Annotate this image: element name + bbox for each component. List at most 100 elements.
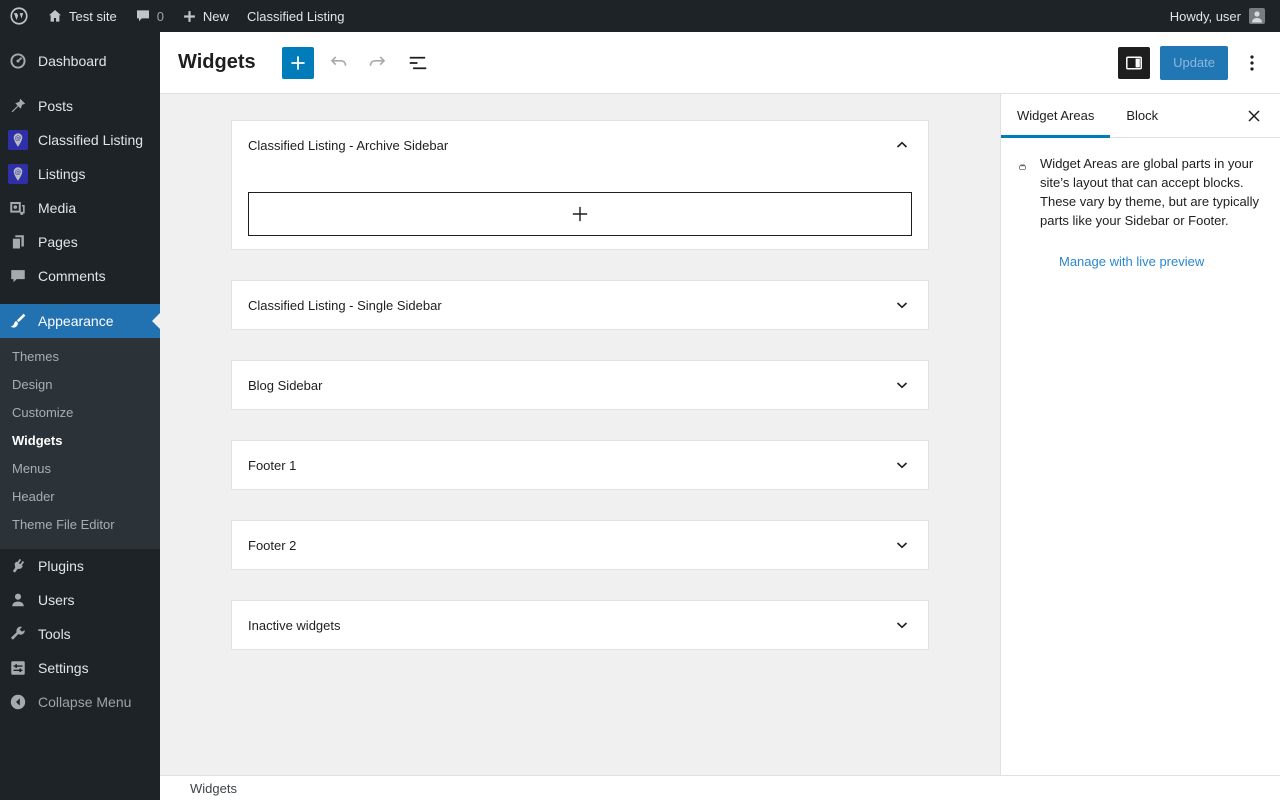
sidebar-toggle-icon <box>1124 53 1144 73</box>
add-block-button[interactable] <box>248 192 912 236</box>
widget-area-header[interactable]: Footer 2 <box>232 521 928 569</box>
sidebar-item-posts[interactable]: Posts <box>0 89 160 123</box>
widget-area-title: Blog Sidebar <box>248 378 322 393</box>
appearance-submenu: Themes Design Customize Widgets Menus He… <box>0 338 160 549</box>
redo-icon <box>367 52 389 74</box>
home-icon <box>47 8 63 24</box>
howdy-account-link[interactable]: Howdy, user <box>1161 0 1274 32</box>
widget-area-panel-footer-1: Footer 1 <box>231 440 929 490</box>
sidebar-item-tools[interactable]: Tools <box>0 617 160 651</box>
site-name-link[interactable]: Test site <box>38 0 126 32</box>
widget-area-header[interactable]: Classified Listing - Archive Sidebar <box>232 121 928 169</box>
sidebar-item-appearance[interactable]: Appearance <box>0 304 160 338</box>
widget-area-title: Classified Listing - Archive Sidebar <box>248 138 448 153</box>
widget-area-panel-single-sidebar: Classified Listing - Single Sidebar <box>231 280 929 330</box>
submenu-item-widgets[interactable]: Widgets <box>0 427 160 455</box>
widget-area-panel-footer-2: Footer 2 <box>231 520 929 570</box>
collapse-menu-button[interactable]: Collapse Menu <box>0 685 160 719</box>
block-inserter-button[interactable] <box>282 47 314 79</box>
classified-listing-adminbar-link[interactable]: Classified Listing <box>238 0 354 32</box>
svg-text:@: @ <box>15 168 21 176</box>
kebab-menu-icon <box>1242 53 1262 73</box>
user-icon <box>8 590 28 610</box>
widget-area-panel-archive-sidebar: Classified Listing - Archive Sidebar <box>231 120 929 250</box>
submenu-item-menus[interactable]: Menus <box>0 455 160 483</box>
comments-bubble-link[interactable]: 0 <box>126 0 173 32</box>
page-title: Widgets <box>178 51 256 74</box>
pages-icon <box>8 232 28 252</box>
classified-listing-pin-icon: @ <box>8 130 28 150</box>
widget-areas-list: Classified Listing - Archive Sidebar Cla… <box>231 120 929 650</box>
widget-area-header[interactable]: Classified Listing - Single Sidebar <box>232 281 928 329</box>
widget-area-header[interactable]: Inactive widgets <box>232 601 928 649</box>
submenu-item-customize[interactable]: Customize <box>0 399 160 427</box>
submenu-item-theme-file-editor[interactable]: Theme File Editor <box>0 511 160 539</box>
new-content-link[interactable]: New <box>173 0 238 32</box>
settings-tab-bar: Widget Areas Block <box>1001 94 1280 138</box>
chevron-down-icon <box>892 455 912 475</box>
wrench-icon <box>8 624 28 644</box>
tab-widget-areas[interactable]: Widget Areas <box>1001 94 1110 137</box>
wordpress-logo-icon <box>9 6 29 26</box>
sidebar-item-plugins[interactable]: Plugins <box>0 549 160 583</box>
plugin-icon <box>8 556 28 576</box>
admin-sidebar: Dashboard Posts @ Classified Listing @ L… <box>0 32 160 800</box>
admin-bar: Test site 0 New Classified Listing Howdy… <box>0 0 1280 32</box>
redo-button[interactable] <box>362 47 394 79</box>
widget-area-body <box>232 192 928 249</box>
dashboard-icon <box>8 51 28 71</box>
sidebar-item-listings[interactable]: @ Listings <box>0 157 160 191</box>
collapse-arrow-icon <box>8 692 28 712</box>
widget-area-title: Classified Listing - Single Sidebar <box>248 298 442 313</box>
sidebar-item-pages[interactable]: Pages <box>0 225 160 259</box>
avatar <box>1249 8 1265 24</box>
widget-area-panel-blog-sidebar: Blog Sidebar <box>231 360 929 410</box>
editor-canvas: Classified Listing - Archive Sidebar Cla… <box>160 94 1000 775</box>
settings-sidebar-toggle-button[interactable] <box>1118 47 1150 79</box>
plus-icon <box>287 52 309 74</box>
undo-icon <box>327 52 349 74</box>
manage-live-preview-link[interactable]: Manage with live preview <box>1059 254 1204 269</box>
sidebar-item-comments[interactable]: Comments <box>0 259 160 293</box>
sliders-icon <box>8 658 28 678</box>
widget-area-title: Footer 1 <box>248 458 296 473</box>
howdy-text: Howdy, user <box>1170 9 1241 24</box>
close-settings-button[interactable] <box>1236 94 1272 137</box>
submenu-item-design[interactable]: Design <box>0 371 160 399</box>
widget-area-panel-inactive-widgets: Inactive widgets <box>231 600 929 650</box>
breadcrumb: Widgets <box>190 781 237 796</box>
close-icon <box>1244 106 1264 126</box>
update-button[interactable]: Update <box>1160 46 1228 80</box>
avatar-person-icon <box>1249 8 1265 24</box>
widget-areas-description: Widget Areas are global parts in your si… <box>1001 138 1280 230</box>
sidebar-item-users[interactable]: Users <box>0 583 160 617</box>
new-label: New <box>203 9 229 24</box>
options-menu-button[interactable] <box>1240 47 1264 79</box>
widget-area-header[interactable]: Footer 1 <box>232 441 928 489</box>
editor-header: Widgets Update <box>160 32 1280 94</box>
pushpin-icon <box>8 96 28 116</box>
sidebar-item-classified-listing[interactable]: @ Classified Listing <box>0 123 160 157</box>
undo-button[interactable] <box>322 47 354 79</box>
sidebar-item-media[interactable]: Media <box>0 191 160 225</box>
wordpress-logo[interactable] <box>0 0 38 32</box>
tab-block[interactable]: Block <box>1110 94 1174 137</box>
widget-areas-description-text: Widget Areas are global parts in your si… <box>1040 154 1266 230</box>
submenu-item-themes[interactable]: Themes <box>0 343 160 371</box>
comments-count: 0 <box>157 9 164 24</box>
sidebar-item-dashboard[interactable]: Dashboard <box>0 44 160 78</box>
submenu-item-header[interactable]: Header <box>0 483 160 511</box>
svg-text:@: @ <box>15 134 21 142</box>
widget-area-header[interactable]: Blog Sidebar <box>232 361 928 409</box>
plus-icon <box>569 203 591 225</box>
widget-area-box-icon <box>1019 154 1026 180</box>
site-name: Test site <box>69 9 117 24</box>
chevron-up-icon <box>892 135 912 155</box>
sidebar-item-settings[interactable]: Settings <box>0 651 160 685</box>
chevron-down-icon <box>892 535 912 555</box>
chevron-down-icon <box>892 375 912 395</box>
comments-icon <box>8 266 28 286</box>
widget-area-title: Footer 2 <box>248 538 296 553</box>
media-icon <box>8 198 28 218</box>
document-overview-button[interactable] <box>402 47 434 79</box>
